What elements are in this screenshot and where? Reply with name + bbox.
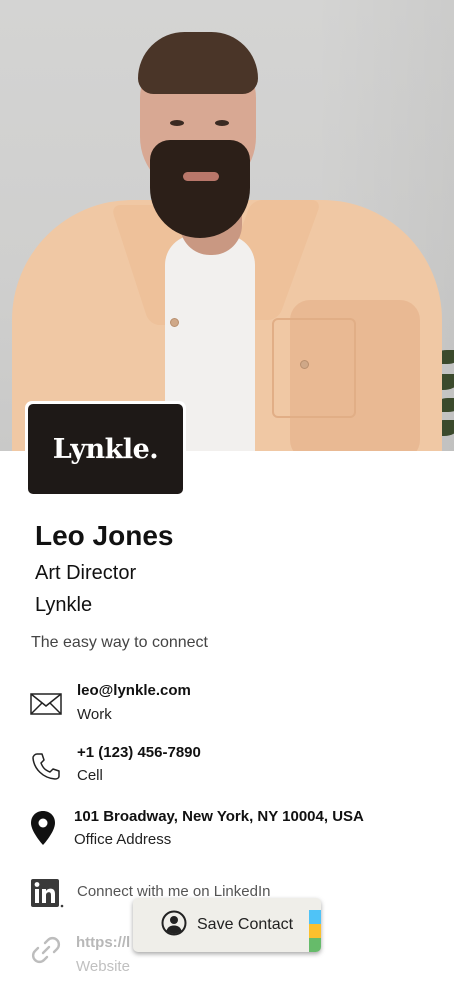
- company-logo: Lynkle.: [25, 401, 186, 497]
- profile-photo: [0, 0, 454, 451]
- phone-icon: [28, 748, 64, 784]
- company-name: Lynkle: [35, 594, 93, 616]
- email-label: Work: [77, 706, 112, 723]
- save-contact-button[interactable]: Save Contact: [133, 898, 321, 952]
- color-stripe: [309, 910, 321, 952]
- phone-value[interactable]: +1 (123) 456-7890: [77, 744, 201, 761]
- map-pin-icon: [25, 810, 61, 846]
- save-contact-label: Save Contact: [197, 916, 294, 933]
- email-value[interactable]: leo@lynkle.com: [77, 682, 191, 699]
- website-value[interactable]: https://l: [76, 934, 130, 951]
- address-value[interactable]: 101 Broadway, New York, NY 10004, USA: [74, 808, 364, 825]
- contact-address[interactable]: 101 Broadway, New York, NY 10004, USA Of…: [0, 808, 454, 852]
- headline: The easy way to connect: [31, 634, 208, 651]
- logo-text: Lynkle.: [52, 433, 159, 465]
- user-circle-icon: [161, 910, 187, 941]
- website-label: Website: [76, 958, 130, 975]
- phone-label: Cell: [77, 767, 103, 784]
- linkedin-icon: [28, 876, 66, 910]
- job-title: Art Director: [35, 562, 137, 584]
- link-icon: [28, 932, 64, 968]
- profile-name: Leo Jones: [35, 520, 174, 551]
- address-label: Office Address: [74, 831, 172, 848]
- envelope-icon: [28, 686, 64, 722]
- contact-email[interactable]: leo@lynkle.com Work: [0, 682, 454, 726]
- contact-phone[interactable]: +1 (123) 456-7890 Cell: [0, 744, 454, 788]
